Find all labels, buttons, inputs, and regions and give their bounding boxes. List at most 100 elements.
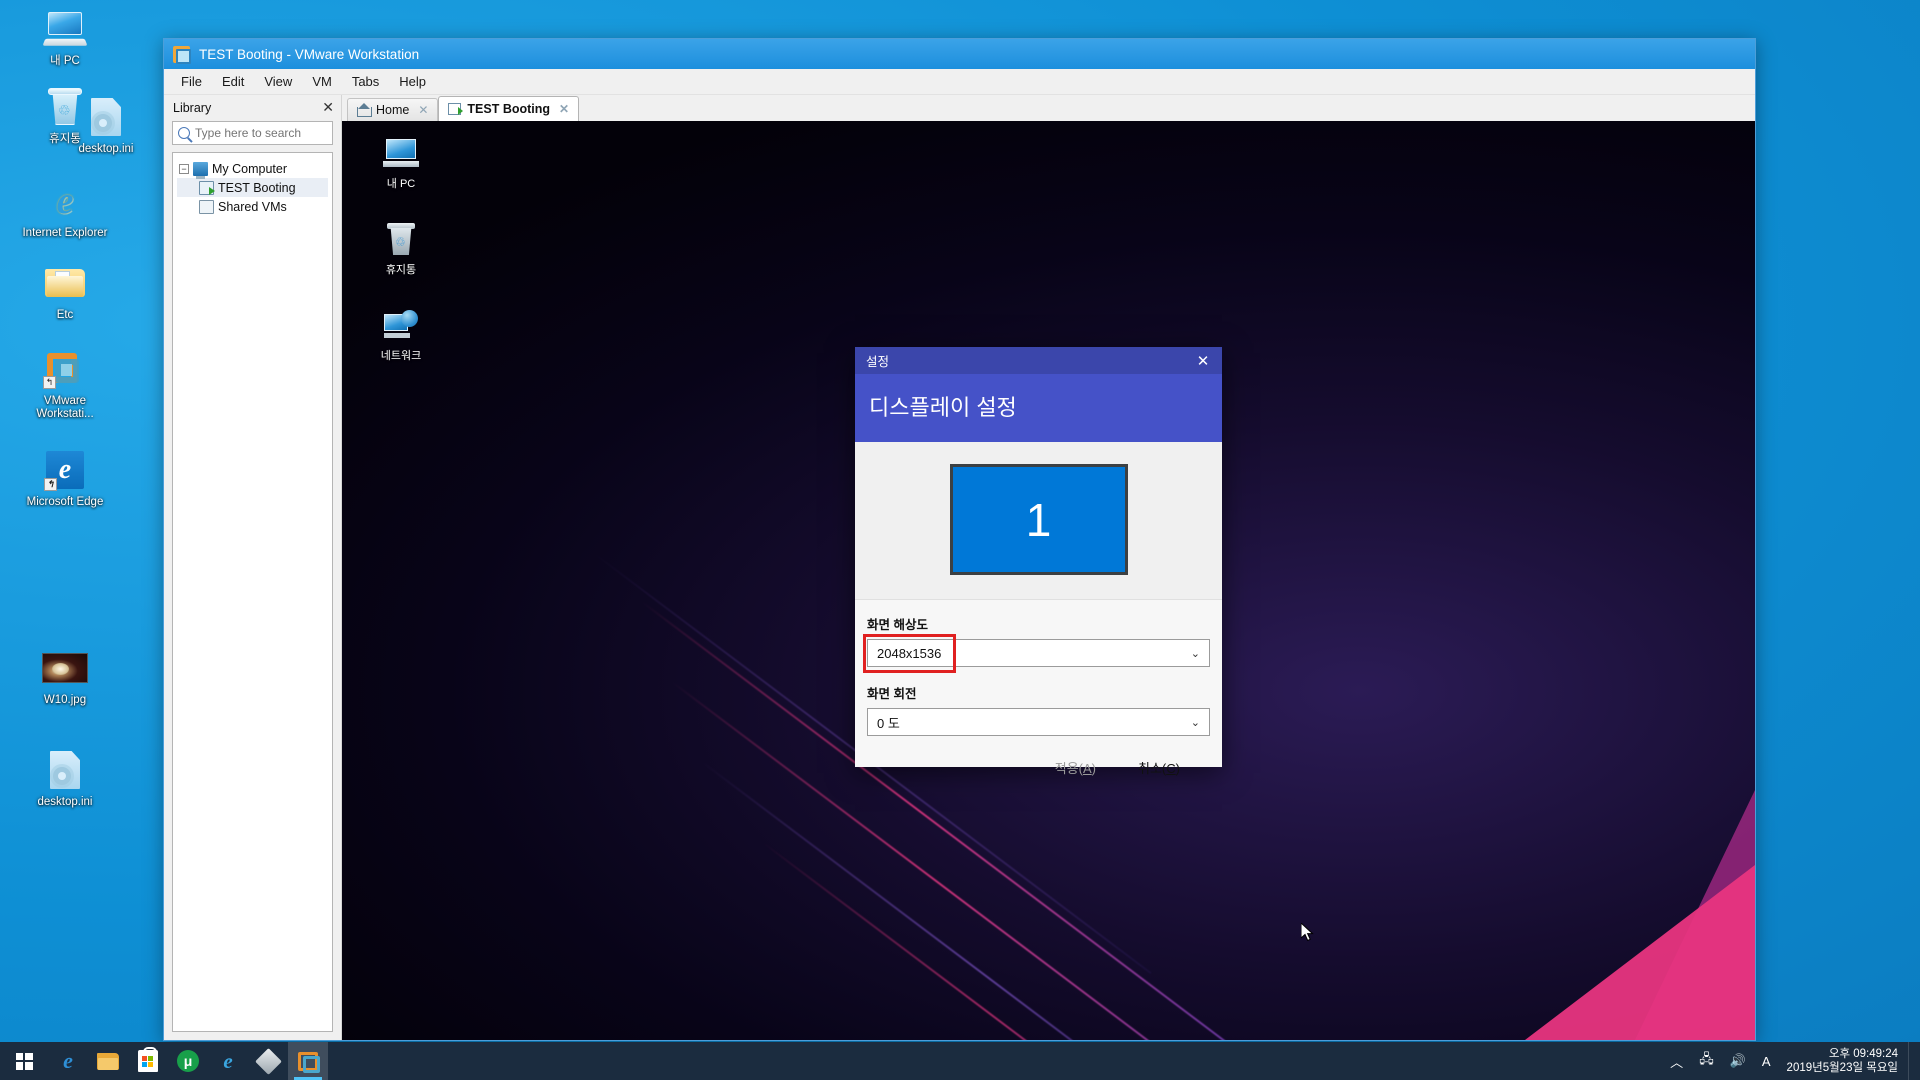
vmware-titlebar[interactable]: TEST Booting - VMware Workstation <box>164 39 1755 69</box>
diamond-app-icon <box>254 1047 282 1075</box>
tree-item-my-computer[interactable]: − My Computer <box>177 159 328 179</box>
my-pc-icon <box>21 6 109 52</box>
apply-button[interactable]: 적용(A) <box>1055 758 1096 777</box>
taskbar-app-internet-explorer[interactable]: e <box>208 1042 248 1080</box>
clock-time: 오후 09:49:24 <box>1828 1048 1898 1060</box>
desktop-icon-desktop-ini-2[interactable]: desktop.ini <box>21 741 109 809</box>
tab-home[interactable]: Home ✕ <box>347 98 439 121</box>
resolution-field-wrapper: 2048x1536 ⌄ <box>863 634 1210 673</box>
desktop-icon-etc-folder[interactable]: Etc <box>21 254 109 322</box>
cancel-button-mnemonic: C <box>1166 761 1176 776</box>
computer-icon <box>193 161 208 179</box>
ini-file-icon <box>62 94 150 140</box>
tab-close-icon[interactable]: ✕ <box>418 103 428 117</box>
resolution-label: 화면 해상도 <box>867 618 928 632</box>
show-desktop-button[interactable] <box>1908 1042 1916 1080</box>
dialog-action-bar: 적용(A) 취소(C) <box>855 736 1222 795</box>
vmware-menubar: File Edit View VM Tabs Help <box>164 69 1755 95</box>
volume-tray-icon[interactable]: 🔊 <box>1722 1042 1754 1080</box>
vmware-workstation-window: TEST Booting - VMware Workstation File E… <box>163 38 1756 1041</box>
taskbar-app-vmware-workstation[interactable] <box>288 1042 328 1080</box>
dialog-window-title: 설정 <box>866 355 890 369</box>
monitor-preview-area: 1 <box>855 442 1222 600</box>
desktop-icon-vmware-workstation[interactable]: ↰ VMware Workstati... <box>21 340 109 421</box>
image-file-icon <box>21 645 109 691</box>
vm-icon <box>448 103 464 115</box>
desktop-icon-label: desktop.ini <box>37 796 93 808</box>
apply-button-mnemonic: A <box>1083 761 1092 776</box>
library-close-icon[interactable]: ✕ <box>322 99 334 116</box>
wallpaper-shape <box>1525 865 1755 1040</box>
guest-icon-label: 내 PC <box>386 178 416 190</box>
menu-edit[interactable]: Edit <box>212 71 254 92</box>
clock-date: 2019년5월23일 목요일 <box>1786 1062 1898 1074</box>
rotation-select[interactable]: 0 도 ⌄ <box>867 708 1210 736</box>
guest-icon-label: 휴지통 <box>385 264 417 276</box>
shortcut-overlay-icon: ↰ <box>43 376 56 389</box>
tree-item-test-booting[interactable]: TEST Booting <box>177 178 328 197</box>
ini-file-icon <box>21 747 109 793</box>
vm-tab-bar: Home ✕ TEST Booting ✕ <box>342 95 1755 121</box>
desktop-icon-label: Microsoft Edge <box>26 496 104 508</box>
dialog-titlebar[interactable]: 설정 ✕ <box>855 347 1222 374</box>
desktop-icon-label: VMware Workstati... <box>36 395 94 420</box>
resolution-select[interactable]: 2048x1536 ⌄ <box>867 639 1210 667</box>
cancel-button-text: 취소( <box>1138 761 1167 776</box>
desktop-icon-w10-jpg[interactable]: W10.jpg <box>21 639 109 707</box>
vm-icon <box>199 180 215 195</box>
taskbar-app-utorrent[interactable]: μ <box>168 1042 208 1080</box>
system-tray: ︿ 🖧 🔊 A 오후 09:49:24 2019년5월23일 목요일 <box>1662 1042 1920 1080</box>
close-icon[interactable]: ✕ <box>1184 347 1222 374</box>
library-search-input[interactable] <box>195 126 350 140</box>
tab-close-icon[interactable]: ✕ <box>559 102 569 116</box>
apply-button-text: 적용( <box>1054 761 1083 776</box>
desktop-icon-my-pc[interactable]: 내 PC <box>21 0 109 68</box>
taskbar: e μ e ︿ 🖧 🔊 A 오후 09:49:24 2019년5월23일 목요일 <box>0 1042 1920 1080</box>
menu-help[interactable]: Help <box>389 71 436 92</box>
microsoft-edge-icon: e <box>63 1048 73 1073</box>
resolution-value: 2048x1536 <box>877 645 942 661</box>
rotation-value: 0 도 <box>877 715 900 731</box>
monitor-thumbnail[interactable]: 1 <box>949 464 1128 575</box>
menu-view[interactable]: View <box>254 71 302 92</box>
chevron-down-icon: ⌄ <box>1190 716 1200 729</box>
menu-tabs[interactable]: Tabs <box>342 71 389 92</box>
vmware-app-icon <box>173 45 191 64</box>
internet-explorer-icon: e <box>223 1048 233 1073</box>
desktop-icon-desktop-ini-1[interactable]: desktop.ini <box>62 88 150 156</box>
taskbar-clock[interactable]: 오후 09:49:24 2019년5월23일 목요일 <box>1779 1047 1908 1075</box>
guest-icon-recycle-bin[interactable]: ♲ 휴지통 <box>356 221 446 277</box>
menu-vm[interactable]: VM <box>302 71 342 92</box>
host-desktop: 내 PC ♲ 휴지통 desktop.ini e Internet Explor… <box>0 0 1920 1080</box>
desktop-icon-list: 내 PC ♲ 휴지통 desktop.ini e Internet Explor… <box>0 0 133 819</box>
ime-indicator[interactable]: A <box>1754 1042 1779 1080</box>
library-panel: Library ✕ − My Computer TE <box>164 95 363 1040</box>
taskbar-app-microsoft-store[interactable] <box>128 1042 168 1080</box>
library-search-box[interactable] <box>172 121 363 145</box>
dialog-heading: 디스플레이 설정 <box>855 374 1222 442</box>
tree-expander-icon[interactable]: − <box>179 163 189 174</box>
guest-icon-my-pc[interactable]: 내 PC <box>356 135 446 191</box>
tray-expand-chevron-icon[interactable]: ︿ <box>1662 1042 1691 1080</box>
guest-icon-network[interactable]: 네트워크 <box>356 307 446 363</box>
file-explorer-icon <box>97 1052 119 1070</box>
taskbar-app-diamond[interactable] <box>248 1042 288 1080</box>
cancel-button[interactable]: 취소(C) <box>1138 758 1180 777</box>
tab-test-booting[interactable]: TEST Booting ✕ <box>438 96 580 121</box>
desktop-icon-internet-explorer[interactable]: e Internet Explorer <box>21 172 109 240</box>
vmware-workstation-icon <box>298 1051 320 1073</box>
library-header: Library ✕ <box>164 95 341 120</box>
menu-file[interactable]: File <box>171 71 212 92</box>
taskbar-app-microsoft-edge[interactable]: e <box>48 1042 88 1080</box>
internet-explorer-icon: e <box>56 180 74 222</box>
tree-item-shared-vms[interactable]: Shared VMs <box>177 197 328 216</box>
desktop-icon-microsoft-edge[interactable]: e ↰ Microsoft Edge <box>21 441 109 509</box>
network-tray-icon[interactable]: 🖧 <box>1691 1042 1722 1080</box>
tab-label: Home <box>376 103 410 117</box>
taskbar-app-file-explorer[interactable] <box>88 1042 128 1080</box>
library-title: Library <box>173 100 212 115</box>
desktop-icon-label: desktop.ini <box>78 143 134 155</box>
tree-item-label: Shared VMs <box>218 199 287 214</box>
start-button[interactable] <box>0 1042 48 1080</box>
guest-vm-screen[interactable]: 내 PC ♲ 휴지통 네트워크 설정 ✕ 디스플레이 설정 1 화면 해상도 2… <box>342 121 1755 1040</box>
